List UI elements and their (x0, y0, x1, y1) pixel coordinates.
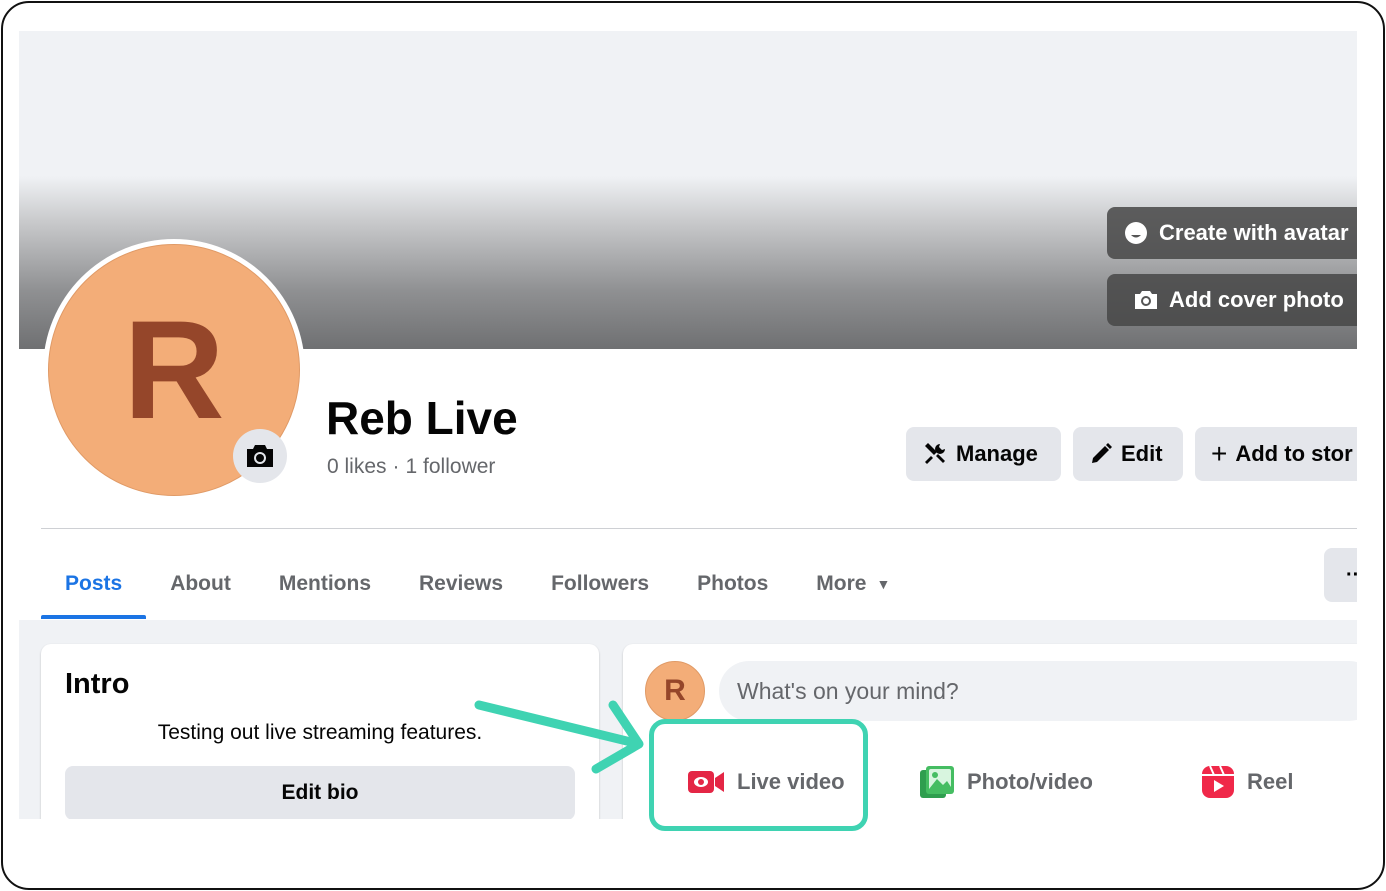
tab-mentions[interactable]: Mentions (255, 549, 395, 619)
annotation-highlight-box (649, 719, 868, 831)
page-stats: 0 likes · 1 follower (327, 455, 495, 479)
page-tabs: Posts About Mentions Reviews Followers P… (41, 549, 914, 619)
pencil-icon (1092, 443, 1112, 463)
followers-count[interactable]: 1 follower (406, 455, 496, 478)
tabs-overflow-button[interactable]: ·· (1324, 548, 1357, 602)
add-to-story-label: Add to stor (1235, 441, 1353, 466)
intro-title: Intro (65, 668, 130, 700)
intro-card: Intro Testing out live streaming feature… (41, 644, 599, 819)
plus-icon: + (1211, 438, 1228, 469)
whats-on-your-mind-input[interactable]: What's on your mind? (719, 661, 1357, 721)
tab-label: About (170, 572, 231, 595)
photo-video-label: Photo/video (967, 769, 1093, 794)
header-divider (41, 528, 1357, 529)
composer-avatar[interactable]: R (645, 661, 705, 721)
likes-count[interactable]: 0 likes (327, 455, 387, 478)
add-to-story-button[interactable]: + Add to stor (1195, 427, 1357, 481)
facebook-page-viewport: Create with avatar Add cover photo R Reb… (19, 31, 1357, 819)
tab-label: More (816, 572, 867, 595)
camera-icon (247, 445, 273, 467)
edit-label: Edit (1121, 441, 1163, 466)
tab-label: Photos (697, 572, 769, 595)
tab-followers[interactable]: Followers (527, 549, 673, 619)
caret-down-icon: ▼ (876, 576, 891, 592)
camera-icon (1135, 291, 1157, 309)
tab-reviews[interactable]: Reviews (395, 549, 527, 619)
update-profile-picture-button[interactable] (233, 429, 287, 483)
page-title: Reb Live (326, 392, 518, 444)
add-cover-photo-button[interactable]: Add cover photo (1107, 274, 1357, 326)
tab-label: Followers (551, 572, 650, 595)
screenshot-frame: Create with avatar Add cover photo R Reb… (1, 1, 1385, 890)
photo-video-button[interactable]: Photo/video (919, 756, 1093, 808)
tab-posts[interactable]: Posts (41, 549, 147, 619)
tab-photos[interactable]: Photos (673, 549, 792, 619)
manage-button[interactable]: Manage (906, 427, 1061, 481)
create-with-avatar-label: Create with avatar (1159, 220, 1349, 245)
reel-label: Reel (1247, 769, 1294, 794)
photo-video-icon (920, 766, 954, 798)
tools-icon (925, 443, 945, 464)
more-dots-icon: ·· (1346, 563, 1357, 586)
reel-icon (1202, 765, 1234, 798)
tab-label: Mentions (278, 572, 372, 595)
tab-label: Posts (65, 572, 123, 595)
edit-bio-button[interactable]: Edit bio (65, 766, 575, 819)
manage-label: Manage (956, 441, 1038, 466)
tab-about[interactable]: About (146, 549, 255, 619)
intro-bio: Testing out live streaming features. (157, 721, 483, 744)
add-cover-photo-label: Add cover photo (1169, 287, 1344, 312)
tab-label: Reviews (419, 572, 504, 595)
reel-button[interactable]: Reel (1201, 756, 1293, 808)
tab-more[interactable]: More ▼ (792, 549, 914, 619)
create-with-avatar-button[interactable]: Create with avatar (1107, 207, 1357, 259)
edit-button[interactable]: Edit (1073, 427, 1183, 481)
avatar-face-icon (1125, 222, 1147, 244)
separator: · (392, 455, 400, 478)
